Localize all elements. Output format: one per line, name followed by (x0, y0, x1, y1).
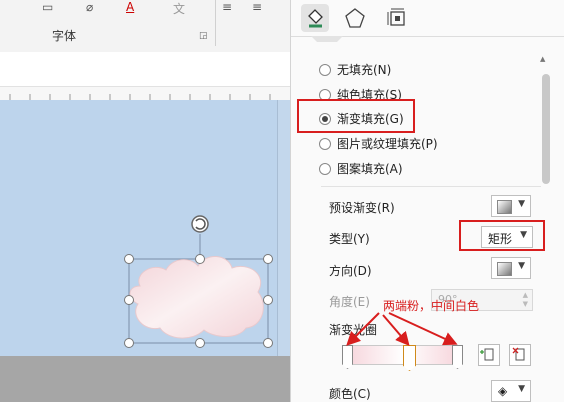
align-left-icon[interactable]: ≡ (222, 0, 232, 14)
scrollbar-thumb[interactable] (542, 74, 550, 184)
resize-handle-w[interactable] (124, 295, 134, 305)
phonetic-icon[interactable]: 文 (173, 0, 185, 17)
section-divider (321, 186, 541, 187)
selected-shape[interactable] (118, 208, 283, 358)
direction-label: 方向(D) (329, 264, 372, 278)
arrow-right (388, 312, 458, 346)
size-layout-icon (387, 8, 405, 26)
direction-dropdown[interactable]: ▼ (491, 257, 531, 279)
gradient-swatch-icon (497, 262, 512, 276)
resize-handle-ne[interactable] (263, 254, 273, 264)
tab-size-properties[interactable] (383, 4, 411, 32)
formula-bar-area (0, 52, 290, 87)
resize-handle-sw[interactable] (124, 338, 134, 348)
remove-stop-button[interactable] (509, 344, 531, 366)
group-divider (215, 0, 216, 46)
annotation-arrows (346, 312, 458, 347)
option-pattern-fill-label: 图案填充(A) (337, 162, 403, 176)
option-no-fill-label: 无填充(N) (337, 63, 392, 77)
type-label: 类型(Y) (329, 232, 370, 246)
resize-handle-nw[interactable] (124, 254, 134, 264)
rotate-handle-icon[interactable] (191, 215, 209, 233)
resize-handle-se[interactable] (263, 338, 273, 348)
resize-handle-s[interactable] (195, 338, 205, 348)
ruler (0, 86, 290, 101)
radio-no-fill[interactable] (319, 64, 331, 76)
add-stop-icon (480, 348, 494, 361)
tab-pointer (311, 36, 343, 42)
arrow-left (346, 312, 380, 346)
tab-fill-line[interactable] (301, 4, 329, 32)
ribbon: ▭ ⌀ A 文 ≡ ≡ 字体 ◲ (0, 0, 290, 53)
paint-bucket-icon: ◈ (498, 384, 508, 398)
font-color-icon[interactable]: A (126, 0, 134, 14)
color-dropdown[interactable]: ◈ ▼ (491, 380, 531, 402)
radio-pattern-fill[interactable] (319, 163, 331, 175)
color-label: 颜色(C) (329, 387, 371, 401)
workspace-margin (0, 356, 290, 402)
chevron-down-icon: ▼ (518, 199, 525, 209)
spin-up-icon[interactable]: ▲ (523, 291, 528, 299)
preset-gradient-dropdown[interactable]: ▼ (491, 195, 531, 217)
dialog-launcher-icon[interactable]: ◲ (199, 31, 208, 41)
chevron-down-icon: ▼ (518, 261, 525, 271)
format-shape-panel: 无填充(N) 纯色填充(S) 渐变填充(G) 图片或纹理填充(P) 图案填充(A… (290, 0, 564, 402)
ruler-ticks (9, 94, 271, 100)
option-picture-fill-label: 图片或纹理填充(P) (337, 137, 438, 151)
resize-handle-e[interactable] (263, 295, 273, 305)
highlight-type (459, 220, 545, 251)
remove-stop-icon (512, 347, 525, 361)
preset-gradient-label: 预设渐变(R) (329, 201, 395, 215)
paint-bucket-icon (308, 9, 323, 28)
highlight-gradient-option (297, 99, 415, 133)
highlight-icon[interactable]: ⌀ (86, 0, 93, 14)
radio-picture-fill[interactable] (319, 138, 331, 150)
spin-down-icon[interactable]: ▼ (523, 300, 528, 308)
resize-handle-n[interactable] (195, 254, 205, 264)
font-group-label: 字体 (52, 29, 77, 43)
tab-effects[interactable] (341, 4, 369, 32)
cloud-shape[interactable] (129, 256, 264, 339)
align-center-icon[interactable]: ≡ (252, 0, 262, 14)
gradient-swatch-icon (497, 200, 512, 214)
chevron-down-icon: ▼ (518, 384, 525, 394)
border-icon[interactable]: ▭ (42, 0, 53, 14)
pentagon-icon (345, 8, 365, 28)
add-stop-button[interactable] (478, 344, 500, 366)
scroll-up-icon[interactable]: ▲ (540, 55, 545, 63)
